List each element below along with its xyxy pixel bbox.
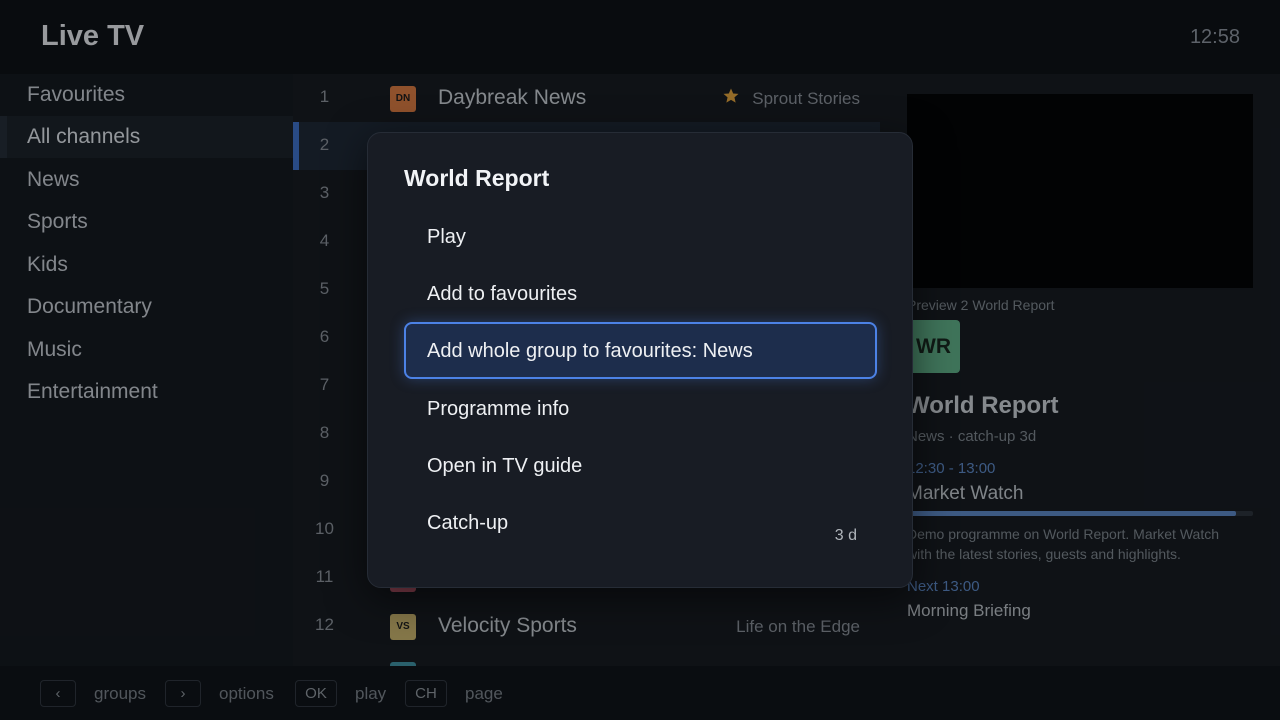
option-programme-info[interactable]: Programme info xyxy=(404,380,877,437)
dialog-title: World Report xyxy=(404,165,550,191)
option-catch-up[interactable]: Catch-up 3 d xyxy=(404,494,877,551)
channel-options-dialog: World Report Play Add to favourites Add … xyxy=(367,132,913,588)
option-open-tv-guide[interactable]: Open in TV guide xyxy=(404,437,877,494)
catch-up-days-badge: 3 d xyxy=(834,527,857,544)
option-play[interactable]: Play xyxy=(404,208,877,265)
option-add-group-to-favourites[interactable]: Add whole group to favourites: News xyxy=(404,322,877,379)
option-add-to-favourites[interactable]: Add to favourites xyxy=(404,265,877,322)
option-catch-up-label: Catch-up xyxy=(427,512,509,534)
